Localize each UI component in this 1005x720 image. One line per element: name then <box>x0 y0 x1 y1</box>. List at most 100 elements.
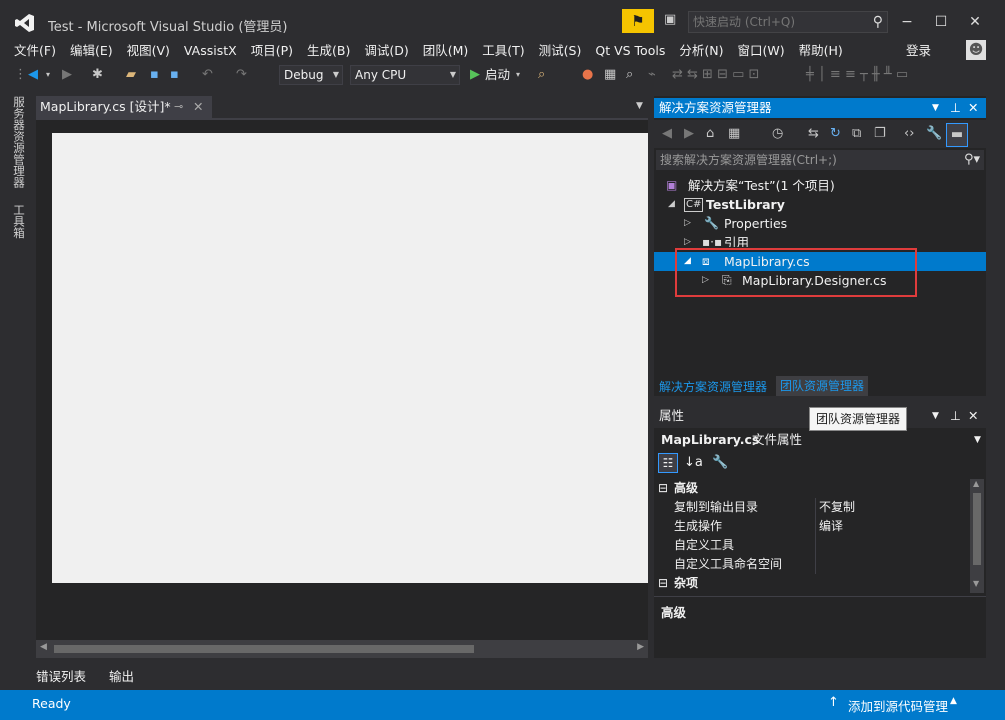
menu-qt-vs-tools[interactable]: Qt VS Tools <box>588 40 672 62</box>
property-row[interactable]: 自定义工具命名空间 <box>654 555 970 574</box>
properties-wrench-icon[interactable]: 🔧 <box>926 123 942 145</box>
redo-icon[interactable]: ↷ <box>236 64 247 86</box>
collapsed-arrow-icon[interactable]: ▷ <box>684 233 691 247</box>
toolbar-grip[interactable]: ⋮ <box>14 64 27 86</box>
tree-item-project[interactable]: ◢ C# TestLibrary <box>654 195 986 214</box>
close-panel-icon[interactable]: ✕ <box>968 98 978 118</box>
output-tab[interactable]: 输出 <box>109 666 139 685</box>
preview-selected-icon[interactable]: ▬ <box>946 123 968 147</box>
category-misc[interactable]: ⊟ 杂项 <box>654 574 970 593</box>
collapse-icon[interactable]: ⊟ <box>658 574 668 593</box>
panel-menu-icon[interactable]: ▼ <box>932 98 939 118</box>
solution-platform-select[interactable]: Any CPU ▼ <box>350 65 460 85</box>
component-canvas[interactable] <box>52 133 648 583</box>
chevron-down-icon[interactable]: ▼ <box>974 430 981 450</box>
notification-flag-icon[interactable]: ⚑ <box>622 9 654 33</box>
categorized-icon[interactable]: ☷ <box>658 453 678 473</box>
pin-icon[interactable]: ⊥ <box>950 404 961 428</box>
menu-tools[interactable]: 工具(T) <box>475 40 531 62</box>
toolbox-icon[interactable]: ▦ <box>604 64 616 86</box>
search-icon[interactable]: ⚲ <box>873 14 883 30</box>
menu-project[interactable]: 项目(P) <box>244 40 300 62</box>
solution-configuration-select[interactable]: Debug ▼ <box>279 65 343 85</box>
forward-icon[interactable]: ▶ <box>62 64 72 86</box>
scrollbar-thumb[interactable] <box>973 493 981 565</box>
property-row[interactable]: 复制到输出目录 不复制 <box>654 498 970 517</box>
search-object-icon[interactable]: ⌕ <box>626 64 633 86</box>
back-dropdown-icon[interactable]: ▾ <box>46 64 50 86</box>
scroll-up-icon[interactable]: ▲ <box>973 479 979 488</box>
menu-test[interactable]: 测试(S) <box>532 40 589 62</box>
toolbox-tab[interactable]: 工具箱 <box>11 204 27 239</box>
category-advanced[interactable]: ⊟ 高级 <box>654 479 970 498</box>
collapse-all-icon[interactable]: ⧉ <box>852 123 861 145</box>
property-pages-icon[interactable]: 🔧 <box>712 453 728 473</box>
undo-icon[interactable]: ↶ <box>202 64 213 86</box>
show-all-files-icon[interactable]: ❐ <box>874 123 886 145</box>
alphabetical-icon[interactable]: ↓a <box>684 453 703 473</box>
sync-icon[interactable]: ⇆ <box>808 123 819 145</box>
view-code-icon[interactable]: ‹› <box>904 123 914 145</box>
expanded-arrow-icon[interactable]: ◢ <box>668 195 675 214</box>
pin-icon[interactable]: ⊸ <box>174 96 183 118</box>
find-in-files-icon[interactable]: ⌕ <box>538 64 545 86</box>
breakpoint-icon[interactable]: ● <box>582 64 593 86</box>
login-link[interactable]: 登录 <box>906 40 931 62</box>
search-icon[interactable]: ⚲▾ <box>964 150 980 170</box>
scrollbar-thumb[interactable] <box>54 645 474 653</box>
tab-solution-explorer[interactable]: 解决方案资源管理器 <box>659 378 767 395</box>
close-panel-icon[interactable]: ✕ <box>968 404 978 428</box>
menu-team[interactable]: 团队(M) <box>416 40 476 62</box>
add-to-source-control-button[interactable]: 添加到源代码管理 <box>848 696 948 715</box>
tab-team-explorer[interactable]: 团队资源管理器 <box>776 376 869 396</box>
start-icon[interactable]: ▶ <box>470 64 480 86</box>
collapsed-arrow-icon[interactable]: ▷ <box>684 214 691 233</box>
column-divider[interactable] <box>815 555 816 574</box>
new-project-icon[interactable]: ✱ <box>92 64 103 86</box>
solution-explorer-search[interactable]: 搜索解决方案资源管理器(Ctrl+;) ⚲▾ <box>656 150 984 170</box>
close-button[interactable]: ✕ <box>960 10 990 34</box>
minimize-button[interactable]: − <box>892 10 922 34</box>
align-icons[interactable]: ╪ │ ≡ ≡ ┬ ╫ ╨ ▭ <box>806 64 908 86</box>
panel-menu-icon[interactable]: ▼ <box>932 404 939 428</box>
layout-icons[interactable]: ⇄ ⇆ ⊞ ⊟ ▭ ⊡ <box>672 64 759 86</box>
column-divider[interactable] <box>815 498 816 517</box>
back-icon[interactable]: ◀ <box>662 123 672 145</box>
save-icon[interactable]: ▪ <box>150 64 159 86</box>
pin-icon[interactable]: ⊥ <box>950 98 961 118</box>
avatar-icon[interactable]: ☻ <box>966 40 986 60</box>
quick-launch-box[interactable]: ⚲ <box>688 11 888 33</box>
step-icon[interactable]: ⌁ <box>648 64 656 86</box>
refresh-icon[interactable]: ↻ <box>830 123 841 145</box>
menu-vassistx[interactable]: VAssistX <box>177 40 244 62</box>
tree-item-solution[interactable]: ▣ 解决方案“Test”(1 个项目) <box>654 176 986 195</box>
column-divider[interactable] <box>815 517 816 536</box>
scroll-down-icon[interactable]: ▼ <box>973 579 979 588</box>
back-icon[interactable]: ◀ <box>28 64 38 86</box>
horizontal-scrollbar[interactable]: ◀ ▶ <box>36 640 648 658</box>
chevron-up-icon[interactable]: ▲ <box>950 696 957 706</box>
solution-explorer-search-input[interactable]: 搜索解决方案资源管理器(Ctrl+;) <box>660 153 837 167</box>
menu-debug[interactable]: 调试(D) <box>357 40 415 62</box>
open-file-icon[interactable]: ▰ <box>126 64 136 86</box>
scroll-right-icon[interactable]: ▶ <box>637 642 644 652</box>
scroll-left-icon[interactable]: ◀ <box>40 642 47 652</box>
maximize-button[interactable]: ☐ <box>926 10 956 34</box>
tree-item-references[interactable]: ▷ ▪·▪ 引用 <box>654 233 986 247</box>
pending-changes-icon[interactable]: ◷ <box>772 123 783 145</box>
menu-analyze[interactable]: 分析(N) <box>672 40 730 62</box>
menu-edit[interactable]: 编辑(E) <box>63 40 120 62</box>
document-tab[interactable]: MapLibrary.cs [设计]* ⊸ ✕ <box>36 96 212 118</box>
property-row[interactable]: 生成操作 编译 <box>654 517 970 536</box>
tab-list-dropdown-icon[interactable]: ▼ <box>636 101 643 111</box>
menu-build[interactable]: 生成(B) <box>300 40 357 62</box>
properties-scrollbar[interactable]: ▲ ▼ <box>970 479 984 593</box>
menu-view[interactable]: 视图(V) <box>120 40 177 62</box>
save-all-icon[interactable]: ▪ <box>170 64 179 86</box>
property-row[interactable]: 自定义工具 <box>654 536 970 555</box>
feedback-icon[interactable]: ▣ <box>664 12 682 30</box>
property-object-selector[interactable]: MapLibrary.cs 文件属性 ▼ <box>654 430 986 450</box>
property-value[interactable]: 不复制 <box>819 498 855 517</box>
menu-help[interactable]: 帮助(H) <box>792 40 850 62</box>
server-explorer-tab[interactable]: 服务器资源管理器 <box>11 96 27 188</box>
